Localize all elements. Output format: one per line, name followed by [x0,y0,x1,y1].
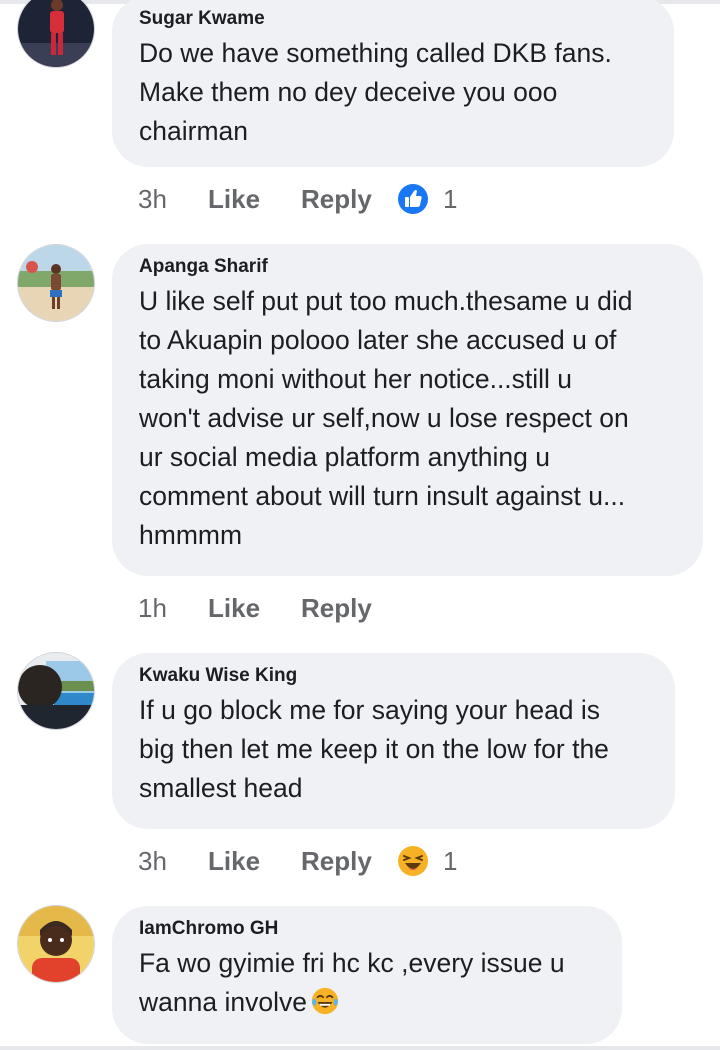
comment-author[interactable]: IamChromo GH [139,918,596,940]
comment-bubble: Kwaku Wise King If u go block me for say… [112,653,675,829]
reply-button[interactable]: Reply [301,846,397,877]
comment-actions: 3h Like Reply 1 [138,181,457,217]
avatar[interactable] [17,244,95,322]
comment-time[interactable]: 3h [138,184,208,215]
avatar[interactable] [17,0,95,68]
comment-text-fragment: wanna involve [139,987,307,1017]
comment-text-line: won't advise ur self,now u lose respect … [139,403,629,433]
comment-text-line: chairman [139,116,248,146]
comment-text-line: smallest head [139,773,303,803]
comment-bubble: IamChromo GH Fa wo gyimie fri hc kc ,eve… [112,906,622,1044]
thumbs-up-icon[interactable] [397,183,429,215]
comment-text: U like self put put too much.thesame u d… [139,282,677,555]
tears-of-joy-emoji-icon [310,986,340,1016]
comment-text: If u go block me for saying your head is… [139,691,649,808]
comment-time[interactable]: 3h [138,846,208,877]
reaction-count[interactable]: 1 [443,846,457,877]
comment-text-line: If u go block me for saying your head is [139,695,601,725]
reaction-count[interactable]: 1 [443,184,457,215]
comment-text-line: U like self put put too much.thesame u d… [139,286,633,316]
comment-author[interactable]: Apanga Sharif [139,256,677,278]
comment-text-line: hmmmm [139,520,243,550]
reply-button[interactable]: Reply [301,184,397,215]
like-button[interactable]: Like [208,846,301,877]
comment-bubble: Apanga Sharif U like self put put too mu… [112,244,703,576]
comment-text-line: Make them no dey deceive you ooo [139,77,558,107]
comment-text: Fa wo gyimie fri hc kc ,every issue u wa… [139,944,596,1022]
comment-text-line: Fa wo gyimie fri hc kc ,every issue u [139,948,565,978]
like-button[interactable]: Like [208,184,301,215]
comment-text-line: to Akuapin polooo later she accused u of [139,325,617,355]
comment-actions: 3h Like Reply 1 [138,843,457,879]
comment-time[interactable]: 1h [138,593,208,624]
bottom-divider [0,1046,720,1050]
comment-text-line: big then let me keep it on the low for t… [139,734,609,764]
comment-text-line: ur social media platform anything u [139,442,550,472]
comment-text-line: comment about will turn insult against u… [139,481,626,511]
like-button[interactable]: Like [208,593,301,624]
comment-author[interactable]: Kwaku Wise King [139,665,649,687]
haha-icon[interactable] [397,845,429,877]
comment-author[interactable]: Sugar Kwame [139,8,648,30]
comment-actions: 1h Like Reply [138,590,397,626]
comment-bubble: Sugar Kwame Do we have something called … [112,0,674,167]
comment-text-line: Do we have something called DKB fans. [139,38,612,68]
avatar[interactable] [17,905,95,983]
reply-button[interactable]: Reply [301,593,397,624]
avatar[interactable] [17,652,95,730]
comment-text: Do we have something called DKB fans. Ma… [139,34,648,151]
comment-text-line: taking moni without her notice...still u [139,364,573,394]
comment-text-line: wanna involve [139,983,596,1022]
